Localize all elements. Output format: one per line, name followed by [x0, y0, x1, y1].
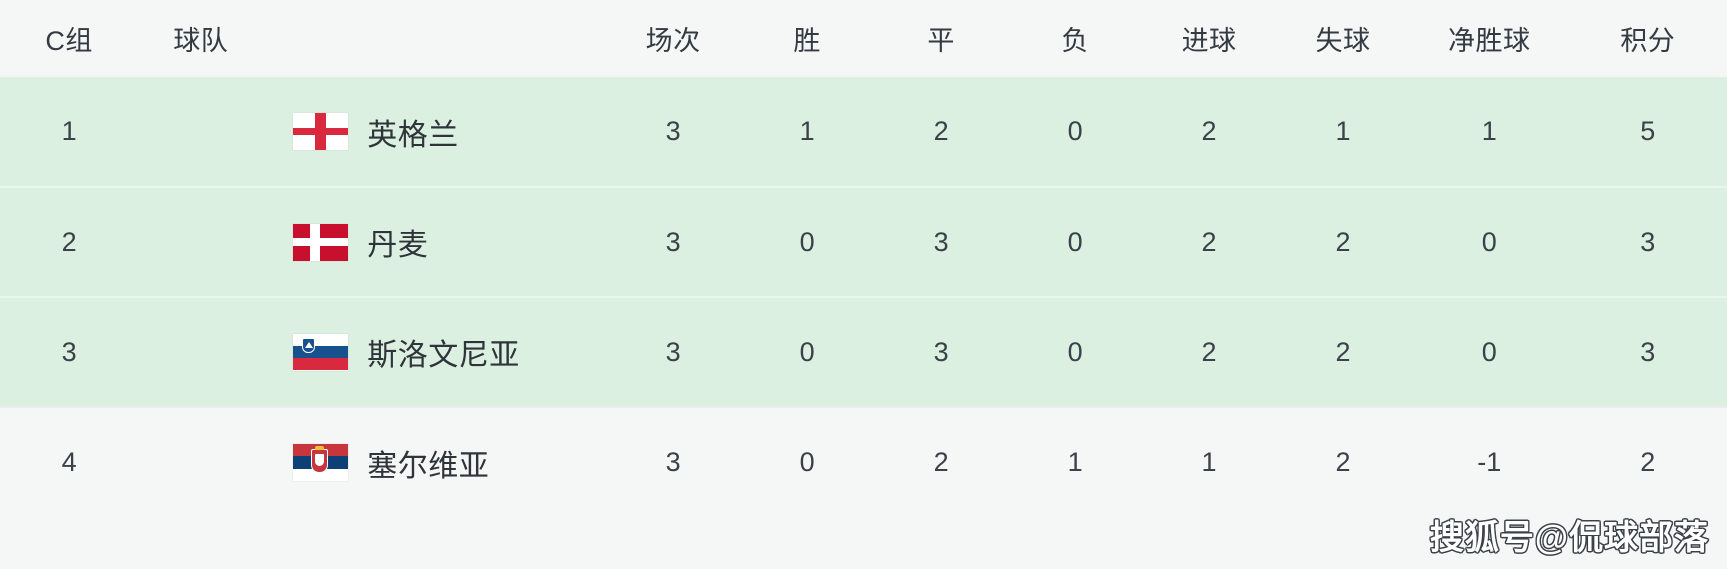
table-row[interactable]: 2 丹麦 3 0 3 0 2 2 0 3	[0, 187, 1727, 297]
cell-team: 斯洛文尼亚	[138, 297, 606, 407]
cell-lost: 1	[1067, 447, 1083, 477]
cell-won: 1	[799, 116, 815, 146]
cell-team: 英格兰	[138, 77, 606, 187]
table-row[interactable]: 3 斯洛文尼亚 3 0 3 0 2 2 0 3	[0, 297, 1727, 407]
table-header: C组 球队 场次 胜 平 负 进球 失球 净胜球 积分	[0, 0, 1727, 77]
cell-goals-for: 2	[1201, 226, 1217, 257]
column-header-goal-difference: 净胜球	[1448, 26, 1531, 56]
cell-points: 3	[1640, 226, 1656, 257]
cell-won: 0	[799, 336, 815, 367]
cell-team: 塞尔维亚	[138, 407, 606, 517]
column-header-won: 胜	[793, 26, 821, 56]
cell-rank: 4	[61, 447, 77, 477]
cell-goals-for: 1	[1201, 447, 1217, 477]
column-header-drawn: 平	[927, 26, 955, 56]
cell-played: 3	[665, 116, 681, 146]
team-name: 丹麦	[367, 229, 429, 262]
cell-lost: 0	[1067, 116, 1083, 146]
table-header-row: C组 球队 场次 胜 平 负 进球 失球 净胜球 积分	[0, 0, 1727, 77]
cell-lost: 0	[1067, 226, 1083, 257]
cell-played: 3	[665, 336, 681, 367]
group-c-standings-table: C组 球队 场次 胜 平 负 进球 失球 净胜球 积分 1 英格兰 3 1 2 …	[0, 0, 1727, 517]
cell-goals-for: 2	[1201, 336, 1217, 367]
column-header-goals-against: 失球	[1315, 26, 1371, 56]
cell-goals-against: 2	[1335, 336, 1351, 367]
source-watermark: 搜狐号@侃球部落	[1429, 519, 1709, 557]
cell-won: 0	[799, 226, 815, 257]
team-name: 塞尔维亚	[367, 449, 490, 483]
cell-drawn: 3	[933, 226, 949, 257]
cell-goal-difference: 0	[1481, 336, 1497, 367]
cell-goal-difference: -1	[1477, 447, 1502, 477]
cell-rank: 1	[61, 116, 77, 146]
table-body: 1 英格兰 3 1 2 0 2 1 1 5 2 丹麦 3 0 3 0 2 2 0…	[0, 77, 1727, 517]
cell-points: 5	[1640, 116, 1656, 146]
cell-goals-against: 1	[1335, 116, 1351, 146]
cell-played: 3	[665, 226, 681, 257]
england-flag-icon	[293, 113, 349, 150]
cell-goals-against: 2	[1335, 226, 1351, 257]
cell-points: 2	[1640, 447, 1656, 477]
cell-points: 3	[1640, 336, 1656, 367]
cell-lost: 0	[1067, 336, 1083, 367]
column-header-lost: 负	[1061, 26, 1089, 56]
cell-goals-for: 2	[1201, 116, 1217, 146]
slovenia-flag-icon	[293, 333, 349, 371]
cell-played: 3	[665, 447, 681, 477]
cell-goal-difference: 1	[1481, 116, 1497, 146]
cell-drawn: 2	[933, 116, 949, 146]
table-row[interactable]: 4 塞尔维亚 3 0 2 1 1 2 -1 2	[0, 407, 1727, 517]
cell-goal-difference: 0	[1481, 226, 1497, 257]
column-header-points: 积分	[1620, 26, 1676, 56]
cell-team: 丹麦	[138, 187, 606, 297]
serbia-flag-icon	[293, 444, 349, 481]
column-header-team: 球队	[173, 26, 229, 56]
team-name: 斯洛文尼亚	[367, 339, 520, 372]
column-header-goals-for: 进球	[1181, 26, 1237, 56]
cell-rank: 3	[61, 336, 77, 367]
cell-goals-against: 2	[1335, 447, 1351, 477]
cell-rank: 2	[61, 226, 77, 257]
denmark-flag-icon	[293, 223, 349, 261]
group-standings-page: C组 球队 场次 胜 平 负 进球 失球 净胜球 积分 1 英格兰 3 1 2 …	[0, 0, 1727, 569]
table-row[interactable]: 1 英格兰 3 1 2 0 2 1 1 5	[0, 77, 1727, 187]
team-name: 英格兰	[367, 118, 459, 152]
cell-drawn: 2	[933, 447, 949, 477]
cell-drawn: 3	[933, 336, 949, 367]
column-header-group: C组	[45, 26, 93, 56]
column-header-played: 场次	[645, 26, 701, 56]
cell-won: 0	[799, 447, 815, 477]
